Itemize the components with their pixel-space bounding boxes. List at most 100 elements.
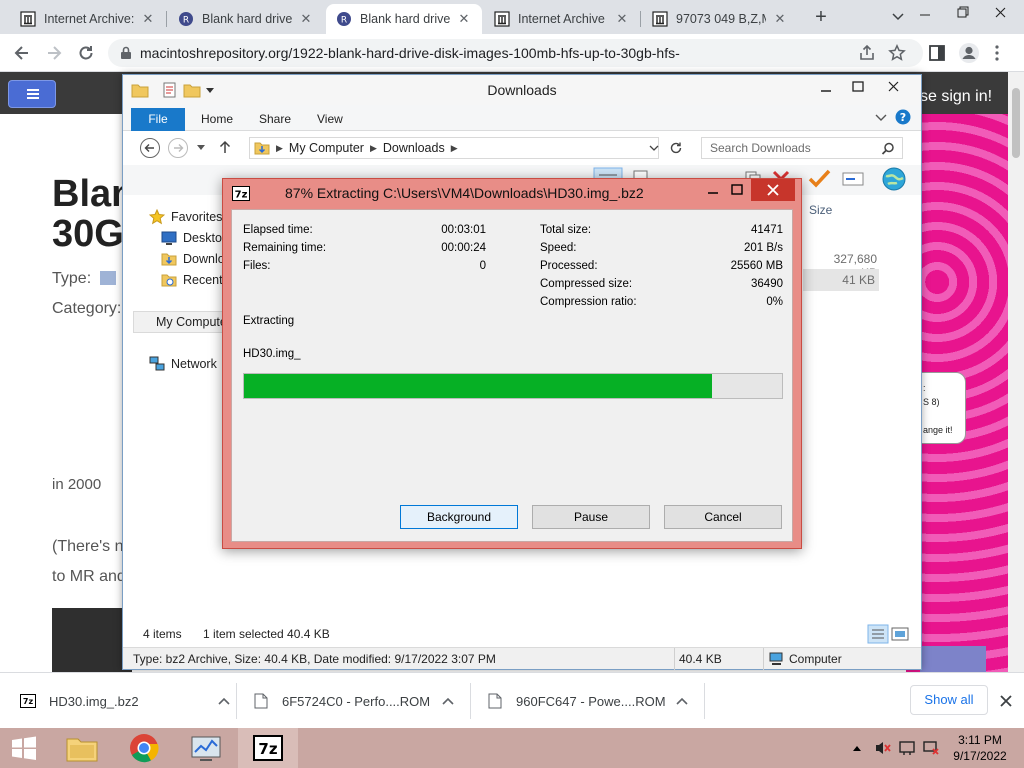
ribbon-tab-file[interactable]: File	[131, 108, 185, 131]
browser-tab[interactable]: R Blank hard drive dis ✕	[168, 4, 324, 34]
system-clock[interactable]: 3:11 PM 9/17/2022	[944, 732, 1016, 764]
forward-icon[interactable]	[44, 43, 64, 63]
nav-desktop[interactable]: Desktop	[161, 230, 229, 246]
search-icon[interactable]	[881, 142, 895, 156]
ribbon-expand-icon[interactable]	[875, 113, 887, 123]
browser-tab[interactable]: 97073 049 B,Z,Ma ✕	[642, 4, 798, 34]
maximize-icon[interactable]	[725, 179, 749, 201]
app-type-icon	[99, 271, 116, 285]
speed-label: Speed:	[540, 242, 577, 254]
pause-button[interactable]: Pause	[532, 505, 650, 529]
chevron-up-icon[interactable]	[218, 697, 230, 705]
chevron-right-icon[interactable]: ▶	[451, 143, 458, 154]
back-icon[interactable]	[139, 137, 161, 159]
windows-logo-icon	[12, 736, 36, 760]
nav-network[interactable]: Network	[149, 356, 217, 372]
help-icon[interactable]: ?	[895, 109, 911, 125]
address-bar[interactable]: macintoshrepository.org/1922-blank-hard-…	[108, 39, 923, 67]
close-button[interactable]	[751, 179, 795, 201]
monitor-chart-icon	[191, 736, 221, 761]
recent-locations-icon[interactable]	[197, 145, 205, 151]
tab-search-icon[interactable]	[892, 12, 904, 22]
nav-my-computer[interactable]: My Computer	[133, 311, 231, 333]
bookmark-star-icon[interactable]	[888, 44, 906, 62]
new-tab-button[interactable]: +	[810, 6, 832, 28]
page-button[interactable]	[920, 646, 986, 672]
chevron-up-icon[interactable]	[676, 697, 688, 705]
minimize-icon[interactable]	[914, 5, 936, 25]
minimize-icon[interactable]	[701, 179, 725, 201]
file-row-selected[interactable]: 41 KB	[803, 269, 879, 291]
compressed-size-value: 36490	[751, 278, 783, 290]
taskbar-chrome[interactable]	[114, 728, 174, 768]
globe-icon[interactable]	[881, 166, 907, 192]
close-tab-icon[interactable]: ✕	[298, 11, 314, 27]
breadcrumb-my-computer[interactable]: My Computer	[289, 141, 364, 155]
close-tab-icon[interactable]: ✕	[456, 11, 472, 27]
svg-text:R: R	[183, 16, 189, 26]
action-center-icon[interactable]	[898, 740, 916, 756]
start-button[interactable]	[0, 728, 48, 768]
archive-icon	[20, 11, 36, 27]
back-icon[interactable]	[12, 43, 32, 63]
browser-tab[interactable]: Internet Archive: Dig ✕	[10, 4, 166, 34]
network-disconnected-icon[interactable]	[922, 740, 940, 756]
close-icon[interactable]	[999, 694, 1013, 708]
up-arrow-icon[interactable]	[217, 139, 233, 155]
lock-icon[interactable]	[120, 46, 132, 60]
show-hidden-icons-icon[interactable]	[852, 744, 862, 752]
side-panel-icon[interactable]	[929, 45, 945, 61]
column-header-size[interactable]: Size	[809, 203, 832, 217]
share-icon[interactable]	[858, 44, 876, 62]
elapsed-label: Elapsed time:	[243, 224, 313, 236]
download-item[interactable]: 960FC647 - Powe....ROM	[488, 673, 688, 729]
ribbon-tab-view[interactable]: View	[317, 112, 343, 126]
forward-icon[interactable]	[167, 137, 189, 159]
body-text: to MR and	[52, 568, 126, 585]
close-tab-icon[interactable]: ✕	[614, 11, 630, 27]
close-window-icon[interactable]	[879, 77, 909, 97]
taskbar-performance-monitor[interactable]	[176, 728, 236, 768]
search-input[interactable]: Search Downloads	[701, 137, 903, 159]
minimize-icon[interactable]	[813, 77, 839, 97]
taskbar-7zip[interactable]: 7z	[238, 728, 298, 768]
show-all-button[interactable]: Show all	[910, 685, 988, 715]
sign-in-link[interactable]: se sign in!	[920, 88, 992, 106]
scrollbar-thumb[interactable]	[1012, 88, 1020, 158]
restore-icon[interactable]	[952, 3, 974, 23]
profile-avatar-icon[interactable]	[958, 42, 980, 64]
rename-icon[interactable]	[841, 169, 865, 189]
cancel-button[interactable]: Cancel	[664, 505, 782, 529]
chevron-right-icon[interactable]: ▶	[370, 143, 377, 154]
taskbar-file-explorer[interactable]	[52, 728, 112, 768]
browser-tab[interactable]: Internet Archive Sea ✕	[484, 4, 640, 34]
details-view-icon[interactable]	[867, 624, 889, 644]
maximize-icon[interactable]	[845, 77, 871, 97]
chevron-right-icon[interactable]: ▶	[276, 143, 283, 154]
volume-muted-icon[interactable]	[874, 740, 892, 756]
remaining-value: 00:00:24	[441, 242, 486, 254]
more-menu-icon[interactable]	[994, 44, 1000, 62]
address-dropdown-icon[interactable]	[649, 145, 659, 153]
compression-ratio-label: Compression ratio:	[540, 296, 637, 308]
refresh-icon[interactable]	[669, 141, 683, 155]
ribbon-tab-home[interactable]: Home	[201, 112, 233, 126]
large-icons-view-icon[interactable]	[891, 626, 909, 642]
download-item[interactable]: 6F5724C0 - Perfo....ROM	[254, 673, 454, 729]
checkmark-icon[interactable]	[807, 167, 831, 189]
explorer-address-box[interactable]: ▶ My Computer ▶ Downloads ▶	[249, 137, 659, 159]
download-item[interactable]: 7z HD30.img_.bz2	[20, 673, 230, 729]
breadcrumb-downloads[interactable]: Downloads	[383, 141, 445, 155]
chevron-up-icon[interactable]	[442, 697, 454, 705]
site-menu-button[interactable]	[8, 80, 56, 108]
nav-favorites[interactable]: Favorites	[149, 209, 222, 225]
background-button[interactable]: Background	[400, 505, 518, 529]
close-window-icon[interactable]	[990, 3, 1012, 23]
reload-icon[interactable]	[76, 43, 96, 63]
close-tab-icon[interactable]: ✕	[772, 11, 788, 27]
page-scrollbar[interactable]	[1008, 72, 1024, 672]
ribbon-tab-share[interactable]: Share	[259, 112, 291, 126]
file-details-text: Type: bz2 Archive, Size: 40.4 KB, Date m…	[133, 652, 496, 666]
browser-tab-active[interactable]: R Blank hard drive dis ✕	[326, 4, 482, 34]
close-tab-icon[interactable]: ✕	[140, 11, 156, 27]
